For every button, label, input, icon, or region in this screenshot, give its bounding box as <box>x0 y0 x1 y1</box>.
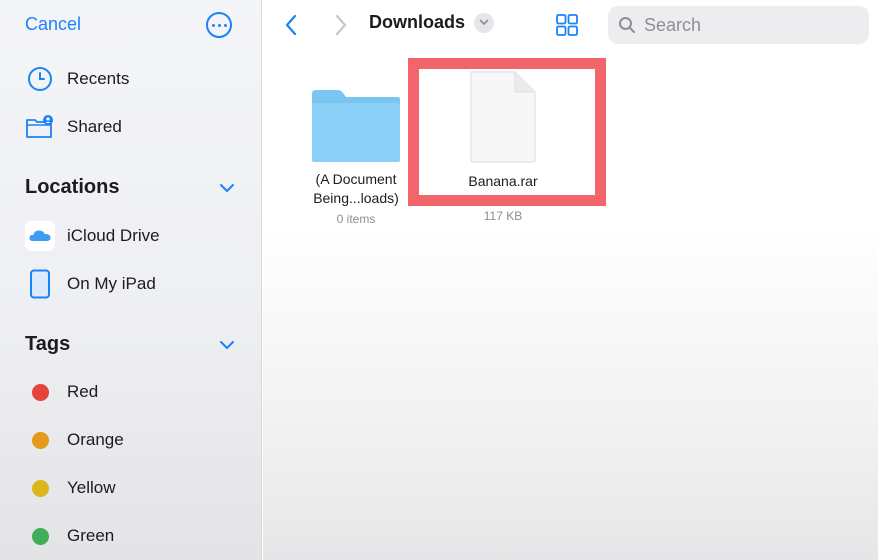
ipad-icon <box>25 269 55 299</box>
locations-heading: Locations <box>25 176 120 198</box>
item-name: Banana.rar <box>468 173 538 189</box>
tag-color-dot <box>31 527 49 545</box>
sidebar-item-label: Red <box>67 382 99 401</box>
search-field[interactable] <box>608 6 869 44</box>
search-icon <box>619 17 635 33</box>
chevron-down-icon <box>474 12 495 33</box>
location-title-menu[interactable]: Downloads <box>369 12 495 33</box>
sidebar-item-label: On My iPad <box>67 274 156 293</box>
folder-icon <box>312 90 400 162</box>
tag-yellow-icon <box>25 473 55 503</box>
sidebar-item-label: iCloud Drive <box>67 226 160 245</box>
sidebar-item-label: Shared <box>67 117 122 136</box>
sidebar-item-label: Green <box>67 526 115 545</box>
sidebar-item-shared[interactable]: Shared <box>25 112 122 142</box>
tags-heading: Tags <box>25 333 71 355</box>
icloud-icon <box>25 221 55 251</box>
sidebar-item-label: Yellow <box>67 478 116 497</box>
shared-folder-icon <box>25 112 55 142</box>
sidebar-item-icloud-drive[interactable]: iCloud Drive <box>25 221 160 251</box>
sidebar: Cancel Recents Shared Locations iCloud D… <box>0 0 262 560</box>
sidebar-item-on-my-ipad[interactable]: On My iPad <box>25 269 156 299</box>
file-icon <box>470 71 536 163</box>
item-name: (A Document <box>315 171 397 187</box>
item-meta: 0 items <box>336 212 376 226</box>
clock-icon <box>25 64 55 94</box>
sidebar-tag-orange[interactable]: Orange <box>25 425 124 455</box>
chevron-down-icon[interactable] <box>218 182 236 194</box>
forward-chevron-icon[interactable] <box>333 13 349 37</box>
sidebar-tag-green[interactable]: Green <box>25 521 114 551</box>
file-browser: Downloads (A Document Being...loads) 0 i… <box>263 0 878 560</box>
folder-item[interactable]: (A Document Being...loads) 0 items <box>301 88 411 226</box>
ellipsis-dot <box>217 23 221 27</box>
ellipsis-icon <box>211 23 215 27</box>
chevron-down-icon[interactable] <box>218 339 236 351</box>
sidebar-item-label: Recents <box>67 69 130 88</box>
grid-view-icon[interactable] <box>555 13 579 37</box>
more-options-button[interactable] <box>206 12 232 38</box>
search-input[interactable] <box>644 14 854 36</box>
tag-red-icon <box>25 377 55 407</box>
item-name: Being...loads) <box>313 190 399 206</box>
ellipsis-dot <box>223 23 227 27</box>
item-meta: 117 KB <box>483 209 523 223</box>
back-chevron-icon[interactable] <box>283 13 299 37</box>
page-title: Downloads <box>369 12 466 32</box>
tag-color-dot <box>31 383 49 401</box>
tag-color-dot <box>31 479 49 497</box>
tag-green-icon <box>25 521 55 551</box>
tag-color-dot <box>31 431 49 449</box>
cancel-button[interactable]: Cancel <box>25 14 81 35</box>
tag-orange-icon <box>25 425 55 455</box>
sidebar-tag-yellow[interactable]: Yellow <box>25 473 116 503</box>
sidebar-tag-red[interactable]: Red <box>25 377 98 407</box>
sidebar-item-label: Orange <box>67 430 124 449</box>
file-item-banana-rar[interactable]: Banana.rar 117 KB <box>448 70 558 223</box>
sidebar-item-recents[interactable]: Recents <box>25 64 129 94</box>
